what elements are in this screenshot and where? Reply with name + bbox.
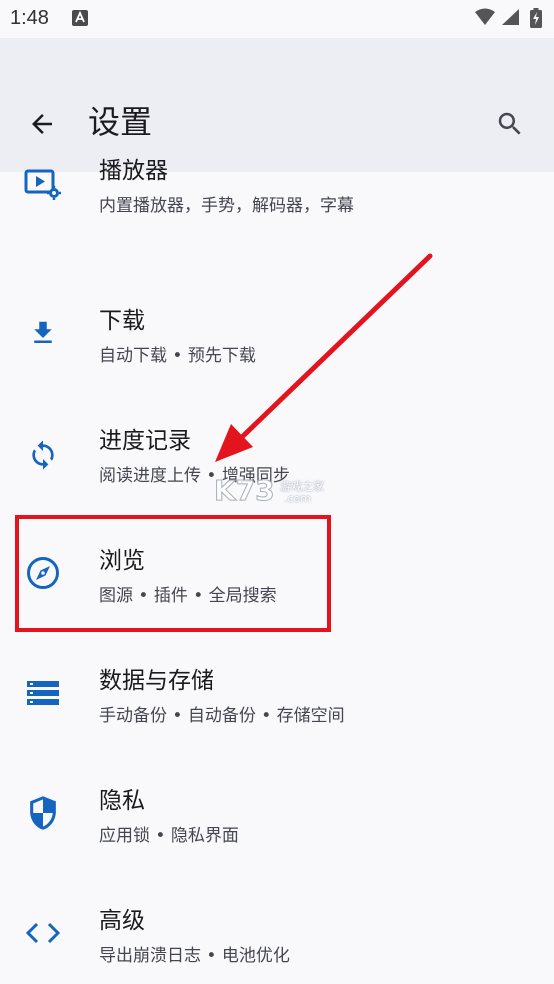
annotation-highlight-box [15,515,331,632]
back-button[interactable] [22,104,62,144]
setting-subtitle-advanced: 导出崩溃日志 • 电池优化 [99,946,290,966]
setting-subtitle-data-storage: 手动备份 • 自动备份 • 存储空间 [99,706,345,726]
notification-app-icon [72,10,88,30]
watermark-logo: K73 游戏之家 .com [212,472,342,508]
setting-item-advanced[interactable]: 高级 导出崩溃日志 • 电池优化 [0,862,554,982]
code-icon [22,912,64,954]
setting-subtitle-player: 内置播放器，手势，解码器，字幕 [99,196,354,216]
setting-subtitle-download: 自动下载 • 预先下载 [99,346,256,366]
search-button[interactable] [490,104,530,144]
setting-item-player[interactable]: 播放器 内置播放器，手势，解码器，字幕 [0,142,554,262]
battery-charging-icon [530,8,542,32]
player-settings-icon [22,164,64,206]
setting-item-data-storage[interactable]: 数据与存储 手动备份 • 自动备份 • 存储空间 [0,622,554,742]
setting-title-data-storage: 数据与存储 [99,668,214,694]
setting-title-progress-records: 进度记录 [99,428,191,454]
setting-item-privacy[interactable]: 隐私 应用锁 • 隐私界面 [0,742,554,862]
sync-icon [22,434,64,476]
page-title: 设置 [88,103,153,141]
setting-title-player: 播放器 [99,158,168,184]
search-icon [498,112,521,135]
storage-icon [22,672,64,714]
watermark-domain-text: .com [284,492,311,505]
shield-icon [22,792,64,834]
setting-title-advanced: 高级 [99,908,145,934]
svg-text:K73: K73 [214,474,275,507]
setting-title-privacy: 隐私 [99,788,145,814]
setting-title-download: 下载 [99,308,145,334]
signal-icon [500,8,520,30]
wifi-icon [474,8,496,30]
status-time: 1:48 [10,7,49,29]
download-icon [22,312,64,354]
arrow-back-icon [32,114,52,134]
k73-logo-icon: K73 [214,474,276,508]
setting-item-download[interactable]: 下载 自动下载 • 预先下载 [0,262,554,382]
setting-subtitle-privacy: 应用锁 • 隐私界面 [99,826,239,846]
status-bar: 1:48 [0,0,554,38]
